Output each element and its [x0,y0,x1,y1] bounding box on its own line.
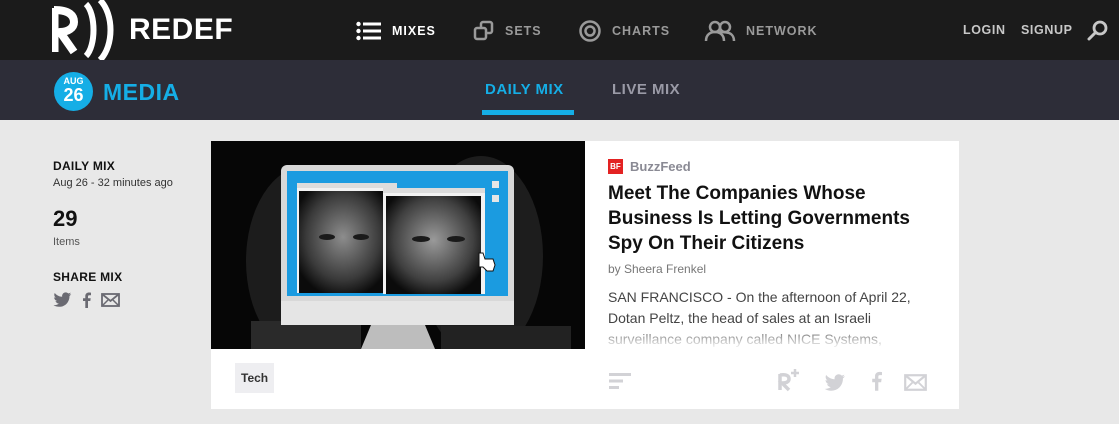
login-link[interactable]: LOGIN [963,23,1006,37]
tab-daily-mix[interactable]: DAILY MIX [485,81,564,98]
mix-timestamp: Aug 26 - 32 minutes ago [53,177,173,189]
nav-network[interactable]: NETWORK [704,18,818,44]
twitter-icon[interactable] [824,374,846,397]
topic-tag[interactable]: Tech [235,363,275,393]
sets-icon [473,20,494,41]
buzzfeed-logo-icon: BF [608,159,623,174]
menu-icon[interactable] [609,372,631,395]
redef-share-icon[interactable] [777,368,801,397]
excerpt-fade [608,325,948,349]
share-mix-icons [53,292,130,308]
nav-sets-label: SETS [505,24,542,38]
nav-network-label: NETWORK [746,24,818,38]
items-label: Items [53,236,80,248]
search-icon[interactable] [1087,20,1109,47]
article-byline: by Sheera Frenkel [608,262,707,276]
article-card: BF BuzzFeed Meet The Companies Whose Bus… [211,141,959,409]
email-icon[interactable] [904,374,927,396]
article-headline[interactable]: Meet The Companies Whose Business Is Let… [608,181,938,256]
tab-live-mix[interactable]: LIVE MIX [612,81,680,98]
article-thumbnail[interactable] [211,141,585,349]
nav-charts-label: CHARTS [612,24,671,38]
facebook-icon[interactable] [82,292,91,308]
source-name: BuzzFeed [630,159,691,174]
active-tab-indicator [482,110,574,115]
charts-icon [579,20,601,42]
email-icon[interactable] [101,293,120,307]
signup-link[interactable]: SIGNUP [1021,23,1073,37]
brand-name: REDEF [129,13,234,46]
nav-mixes-label: MIXES [392,24,436,38]
monitor-surveillance-illustration [211,141,585,349]
mix-label: DAILY MIX [53,159,116,173]
article-source[interactable]: BF BuzzFeed [608,159,691,174]
network-icon [704,20,736,42]
date-badge: AUG 26 [54,72,93,111]
nav-sets[interactable]: SETS [473,18,542,44]
share-mix-label: SHARE MIX [53,270,123,284]
nav-mixes[interactable]: MIXES [356,18,436,44]
nav-charts[interactable]: CHARTS [578,18,670,44]
twitter-icon[interactable] [53,292,72,308]
facebook-icon[interactable] [871,371,882,396]
section-title[interactable]: MEDIA [103,79,180,106]
items-count: 29 [53,206,78,231]
redef-logo-icon [52,0,114,60]
redef-logo[interactable]: REDEF [52,0,234,60]
top-navigation-bar: REDEF MIXES SETS CHARTS NETWORK LOGIN SI… [0,0,1119,60]
date-badge-day: 26 [63,85,84,105]
list-icon [356,21,381,41]
